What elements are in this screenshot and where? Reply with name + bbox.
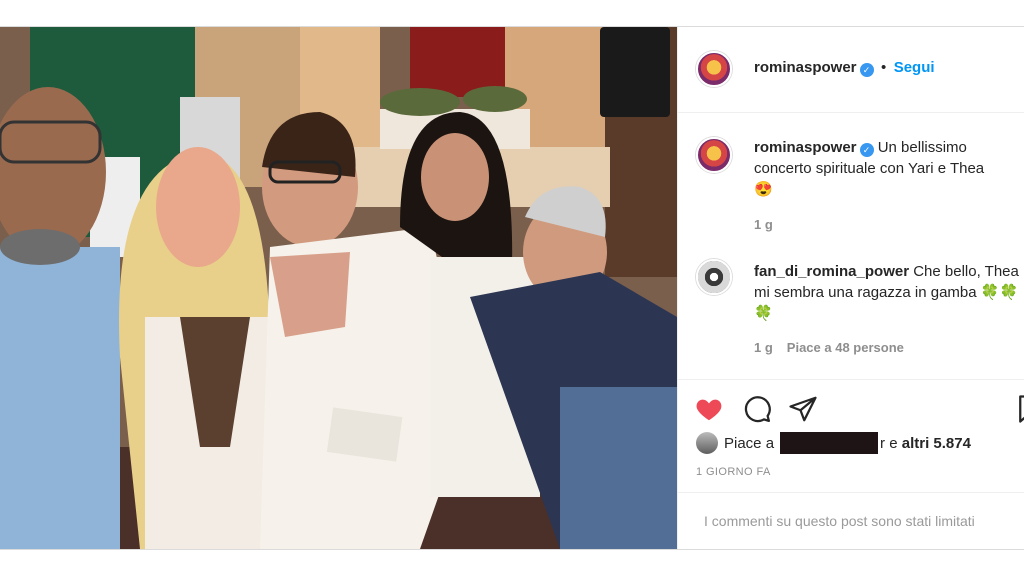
comments-limited-text: I commenti su questo post sono stati lim… xyxy=(704,513,975,529)
comment: fan_di_romina_power Che bello, Thea mi s… xyxy=(754,261,1024,324)
caption-emoji: 😍 xyxy=(754,181,773,198)
instagram-post: rominaspower ✓ • Segui rominaspower ✓ Un b… xyxy=(0,26,1024,550)
comment-icon[interactable] xyxy=(742,394,772,424)
follow-button[interactable]: Segui xyxy=(894,59,935,76)
post-header: rominaspower ✓ • Segui xyxy=(678,27,1024,113)
share-icon[interactable] xyxy=(788,394,818,424)
post-photo[interactable] xyxy=(0,27,677,549)
post-date[interactable]: 1 GIORNO FA xyxy=(696,466,771,478)
comment-username[interactable]: fan_di_romina_power xyxy=(754,263,909,280)
author-username[interactable]: rominaspower xyxy=(754,59,857,76)
comments-limited-notice: I commenti su questo post sono stati lim… xyxy=(678,492,1024,550)
likes-others[interactable]: altri 5.874 xyxy=(902,435,971,452)
post-actions: Piace a r e altri 5.874 1 GIORNO FA I co… xyxy=(678,379,1024,549)
liker-avatar xyxy=(696,432,718,454)
caption: rominaspower ✓ Un bellissimo concerto spi… xyxy=(754,137,1024,200)
verified-badge-icon: ✓ xyxy=(859,143,874,157)
comment-time[interactable]: 1 g xyxy=(754,340,773,355)
likes-prefix: Piace a xyxy=(724,434,775,452)
heart-icon[interactable] xyxy=(694,394,724,424)
caption-time[interactable]: 1 g xyxy=(754,217,773,232)
likes-middle: r e xyxy=(880,434,898,452)
bookmark-icon[interactable] xyxy=(1014,394,1024,424)
comment-likes[interactable]: Piace a 48 persone xyxy=(787,340,904,355)
comment-meta: 1 g Piace a 48 persone xyxy=(754,340,918,355)
separator-dot: • xyxy=(880,59,887,76)
post-side-panel: rominaspower ✓ • Segui rominaspower ✓ Un b… xyxy=(677,27,1024,549)
post-photo-image xyxy=(0,27,677,549)
author-row: rominaspower ✓ • Segui xyxy=(754,59,935,77)
verified-badge-icon: ✓ xyxy=(859,63,874,77)
caption-username[interactable]: rominaspower xyxy=(754,139,857,156)
author-avatar[interactable] xyxy=(696,51,732,87)
likes-summary[interactable]: Piace a r e altri 5.874 xyxy=(696,432,971,454)
redacted-username xyxy=(780,432,879,454)
caption-avatar[interactable] xyxy=(696,137,732,173)
caption-meta: 1 g xyxy=(754,217,787,232)
commenter-avatar[interactable] xyxy=(696,259,732,295)
